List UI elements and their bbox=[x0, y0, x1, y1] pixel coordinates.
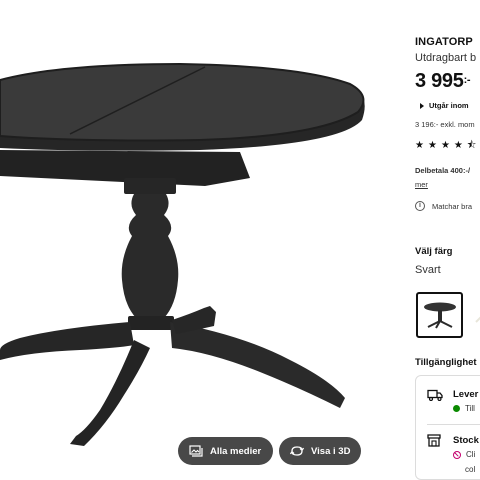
match-text: Matchar bra bbox=[432, 201, 473, 211]
product-info-panel: INGATORP Utdragbart b 3 995:- Utgår inom… bbox=[415, 0, 480, 480]
store-stock-title: Stock bbox=[453, 435, 479, 446]
delivery-title: Lever bbox=[453, 389, 479, 400]
in-stock-dot-icon bbox=[453, 405, 460, 412]
view-3d-button[interactable]: Visa i 3D bbox=[279, 437, 361, 465]
price-excl-vat: 3 196:- exkl. mom bbox=[415, 120, 475, 129]
star-icon: ★ bbox=[415, 140, 424, 151]
info-icon: i bbox=[415, 201, 425, 211]
store-icon bbox=[427, 434, 441, 447]
divider bbox=[427, 424, 480, 425]
price-suffix: :- bbox=[463, 74, 471, 86]
rotate-3d-icon bbox=[290, 446, 304, 456]
expiring-text: Utgår inom bbox=[429, 101, 469, 110]
truck-icon bbox=[427, 389, 443, 401]
star-icon: ★ bbox=[427, 140, 437, 151]
table-thumbnail bbox=[423, 302, 456, 329]
expiring-notice[interactable]: Utgår inom bbox=[415, 101, 469, 110]
gallery-icon bbox=[189, 445, 203, 457]
store-stock-status: Cli bbox=[453, 450, 475, 459]
color-swatch-white[interactable] bbox=[472, 292, 480, 338]
delivery-status: Till bbox=[453, 404, 475, 413]
color-heading: Välj färg bbox=[415, 246, 453, 257]
half-star-icon: ⯪ bbox=[466, 140, 477, 151]
table-thumbnail bbox=[475, 316, 480, 323]
read-more-link[interactable]: mer bbox=[415, 180, 428, 189]
match-notice: i Matchar bra bbox=[415, 201, 472, 211]
availability-heading: Tillgänglighet bbox=[415, 357, 477, 368]
arrow-right-icon bbox=[420, 102, 424, 109]
all-media-button[interactable]: Alla medier bbox=[178, 437, 273, 465]
product-name: INGATORP bbox=[415, 36, 473, 48]
unavailable-icon bbox=[453, 450, 461, 459]
installment-text: Delbetala 400:-/ bbox=[415, 166, 471, 175]
store-note: col bbox=[465, 465, 476, 474]
star-icon: ★ bbox=[453, 140, 463, 151]
product-price: 3 995:- bbox=[415, 70, 471, 93]
delivery-status-text: Till bbox=[465, 404, 475, 413]
star-icon: ★ bbox=[440, 140, 450, 151]
selected-color: Svart bbox=[415, 264, 441, 276]
product-media-gallery[interactable]: Alla medier Visa i 3D bbox=[0, 0, 398, 480]
product-description: Utdragbart b bbox=[415, 52, 477, 64]
color-swatch-black[interactable] bbox=[416, 292, 463, 338]
store-status-text: Cli bbox=[466, 450, 476, 459]
view-3d-label: Visa i 3D bbox=[311, 445, 351, 457]
price-main: 3 995 bbox=[415, 70, 464, 92]
rating-stars[interactable]: ★ ★ ★ ★ ⯪ bbox=[415, 141, 476, 151]
product-image bbox=[0, 62, 365, 446]
all-media-label: Alla medier bbox=[210, 445, 262, 457]
